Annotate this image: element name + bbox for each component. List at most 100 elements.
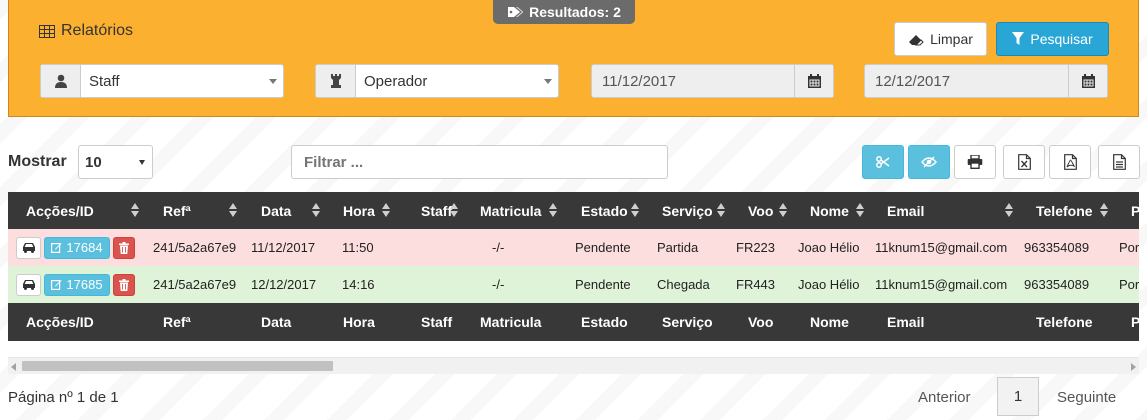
- staff-select-value: Staff: [89, 72, 120, 90]
- column-header[interactable]: Hora: [326, 192, 396, 229]
- reports-table: Acções/ID Refª Data Hora Staff Matricula…: [8, 192, 1139, 374]
- table-filter-input[interactable]: [291, 145, 668, 179]
- export-pdf-button[interactable]: [1049, 145, 1091, 179]
- edit-booking-button[interactable]: 17685: [44, 273, 110, 296]
- car-icon: [22, 280, 35, 290]
- column-header[interactable]: Voo: [731, 192, 793, 229]
- file-excel-icon: [1017, 154, 1031, 170]
- footer-column-label: Telefone: [1019, 303, 1114, 341]
- sort-icon: [382, 203, 390, 217]
- staff-addon: [41, 65, 81, 97]
- cell-extra: Port: [1114, 229, 1139, 266]
- cell-flight: FR443: [731, 266, 793, 303]
- column-header[interactable]: Staff: [396, 192, 464, 229]
- file-text-icon: [1112, 154, 1126, 170]
- sort-icon: [717, 203, 725, 217]
- cell-status: Pendente: [563, 229, 645, 266]
- chevron-down-icon: [538, 65, 558, 97]
- scissors-icon: [876, 156, 890, 168]
- footer-column-label: Voo: [731, 303, 793, 341]
- delete-button[interactable]: [113, 273, 135, 296]
- cell-time: 14:16: [326, 266, 396, 303]
- column-header[interactable]: Telefone: [1019, 192, 1114, 229]
- table-icon: [39, 24, 55, 38]
- vehicle-button[interactable]: [16, 273, 41, 296]
- trash-icon: [119, 278, 129, 291]
- column-header[interactable]: Data: [243, 192, 326, 229]
- edit-icon: [51, 243, 63, 253]
- results-badge: Resultados: 2: [493, 0, 635, 24]
- cell-ref: 241/5a2a67e9: [145, 229, 243, 266]
- sort-icon: [229, 203, 237, 217]
- previous-page-button[interactable]: Anterior: [918, 389, 971, 406]
- sort-icon: [1005, 203, 1013, 217]
- operator-select[interactable]: Operador: [315, 64, 559, 98]
- next-page-button[interactable]: Seguinte: [1057, 389, 1116, 406]
- footer-column-label: Refª: [145, 303, 243, 341]
- column-header[interactable]: Estado: [563, 192, 645, 229]
- scrollbar-thumb[interactable]: [22, 361, 333, 371]
- column-header[interactable]: Matricula: [464, 192, 563, 229]
- edit-icon: [51, 280, 63, 290]
- export-text-button[interactable]: [1098, 145, 1140, 179]
- edit-booking-button[interactable]: 17684: [44, 236, 110, 259]
- user-icon: [54, 74, 67, 88]
- calendar-icon[interactable]: [1068, 65, 1107, 97]
- visibility-button[interactable]: [908, 145, 950, 179]
- page-size-select[interactable]: 10: [78, 145, 153, 179]
- clear-button-label: Limpar: [930, 31, 973, 47]
- table-row: 17684 241/5a2a67e9 11/12/2017 11:50 -/- …: [8, 229, 1139, 266]
- clear-button[interactable]: Limpar: [894, 22, 987, 56]
- panel-title-text: Relatórios: [61, 22, 134, 39]
- page-size-value: 10: [85, 153, 102, 171]
- column-header[interactable]: Serviço: [645, 192, 731, 229]
- cell-flight: FR223: [731, 229, 793, 266]
- column-header[interactable]: Nome: [793, 192, 870, 229]
- sort-icon: [549, 203, 557, 217]
- cell-staff: [396, 229, 464, 266]
- results-count: Resultados: 2: [529, 4, 621, 20]
- footer-column-label: Email: [870, 303, 1019, 341]
- sort-icon: [856, 203, 864, 217]
- cell-time: 11:50: [326, 229, 396, 266]
- footer-column-label: Staff: [396, 303, 464, 341]
- column-header[interactable]: Email: [870, 192, 1019, 229]
- column-header[interactable]: Acções/ID: [8, 192, 145, 229]
- column-header[interactable]: P: [1114, 192, 1139, 229]
- vehicle-button[interactable]: [16, 236, 41, 259]
- search-button-label: Pesquisar: [1030, 31, 1093, 47]
- eraser-icon: [909, 34, 924, 45]
- footer-column-label: Acções/ID: [8, 303, 145, 341]
- panel-title: Relatórios: [39, 22, 133, 40]
- page-1-button[interactable]: 1: [997, 377, 1039, 416]
- cell-phone: 963354089: [1019, 266, 1114, 303]
- sort-icon: [1100, 203, 1108, 217]
- print-button[interactable]: [954, 145, 996, 179]
- delete-button[interactable]: [113, 236, 135, 259]
- scroll-left-icon[interactable]: [11, 363, 16, 371]
- column-header[interactable]: Refª: [145, 192, 243, 229]
- staff-select[interactable]: Staff: [40, 64, 284, 98]
- date-from-field[interactable]: 11/12/2017: [591, 64, 834, 98]
- footer-column-label: Matricula: [464, 303, 563, 341]
- cell-extra: Port: [1114, 266, 1139, 303]
- sort-icon: [131, 203, 139, 217]
- car-icon: [22, 243, 35, 253]
- scroll-right-icon[interactable]: [1131, 363, 1136, 371]
- date-to-field[interactable]: 12/12/2017: [864, 64, 1108, 98]
- sort-icon: [779, 203, 787, 217]
- footer-column-label: Estado: [563, 303, 645, 341]
- filter-icon: [1012, 32, 1025, 45]
- cell-name: Joao Hélio: [793, 266, 870, 303]
- search-button[interactable]: Pesquisar: [996, 22, 1109, 56]
- cell-service: Chegada: [645, 266, 731, 303]
- calendar-icon[interactable]: [794, 65, 833, 97]
- operator-select-value: Operador: [364, 72, 428, 90]
- tower-icon: [330, 74, 341, 88]
- scissors-button[interactable]: [862, 145, 904, 179]
- horizontal-scrollbar[interactable]: [8, 357, 1139, 374]
- export-excel-button[interactable]: [1003, 145, 1045, 179]
- cell-date: 12/12/2017: [243, 266, 326, 303]
- sort-icon: [631, 203, 639, 217]
- date-from-value: 11/12/2017: [602, 72, 676, 90]
